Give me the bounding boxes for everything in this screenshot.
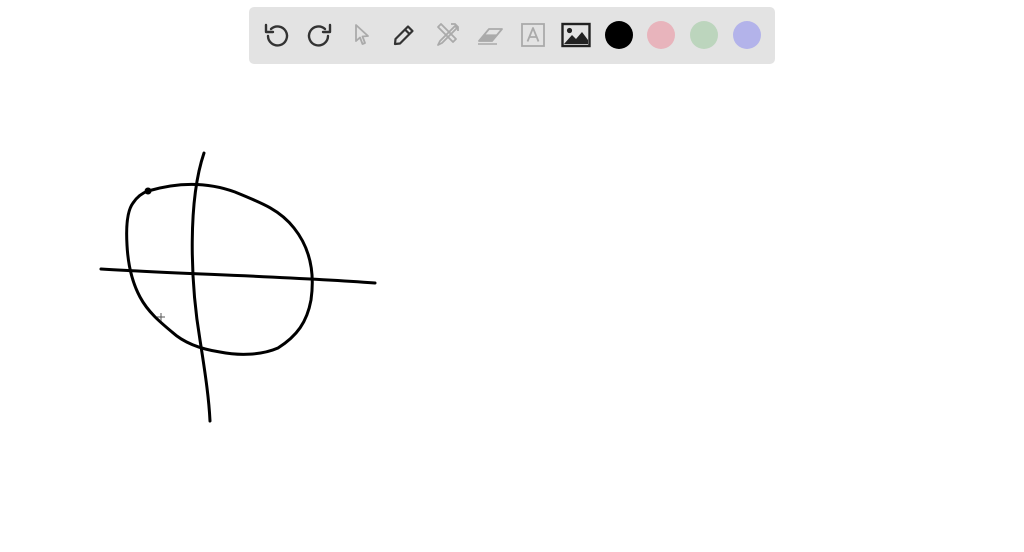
eraser-icon xyxy=(478,28,503,45)
pointer-icon xyxy=(355,24,369,45)
drawing-canvas[interactable] xyxy=(0,0,1024,552)
image-icon xyxy=(561,22,591,48)
redo-button[interactable] xyxy=(299,15,339,55)
color-swatch-pink[interactable] xyxy=(647,21,675,49)
color-swatch-green[interactable] xyxy=(690,21,718,49)
pencil-icon xyxy=(393,25,414,46)
text-tool-button[interactable] xyxy=(513,15,553,55)
insert-image-button[interactable] xyxy=(556,15,596,55)
eraser-tool-button[interactable] xyxy=(470,15,510,55)
ink-stroke-vertical xyxy=(190,151,212,423)
color-swatch-purple[interactable] xyxy=(733,21,761,49)
text-box-icon xyxy=(521,23,545,47)
select-tool-button[interactable] xyxy=(342,15,382,55)
pen-tool-button[interactable] xyxy=(384,15,424,55)
ink-stroke-circle xyxy=(125,182,314,356)
drawing-toolbar xyxy=(249,7,775,64)
hammer-wrench-icon xyxy=(437,23,459,46)
ink-stroke-horizontal xyxy=(99,267,377,285)
whiteboard-drawing xyxy=(99,151,377,423)
color-swatch-black[interactable] xyxy=(605,21,633,49)
tools-button[interactable] xyxy=(427,15,467,55)
ink-dot xyxy=(144,187,152,195)
redo-icon xyxy=(307,23,332,47)
undo-icon xyxy=(264,23,289,47)
undo-button[interactable] xyxy=(257,15,297,55)
